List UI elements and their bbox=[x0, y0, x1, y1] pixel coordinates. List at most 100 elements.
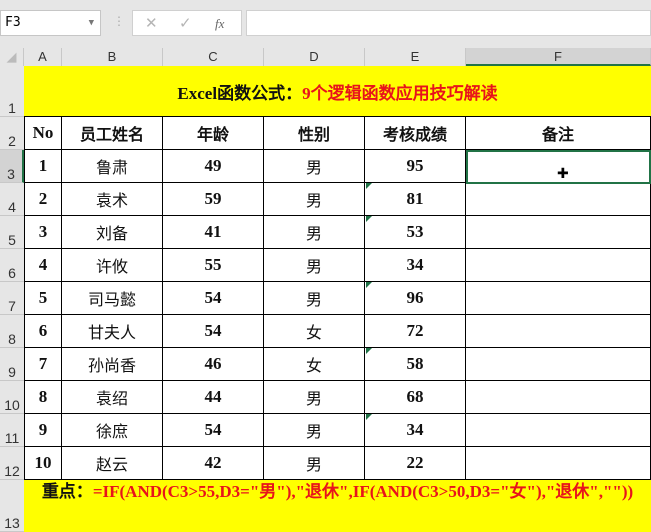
table-cell[interactable]: 22 bbox=[365, 447, 466, 480]
row-header-12[interactable]: 12 bbox=[0, 447, 24, 480]
column-header-f[interactable]: F bbox=[466, 48, 651, 66]
table-cell[interactable]: 女 bbox=[264, 348, 365, 381]
table-cell[interactable]: 9 bbox=[24, 414, 62, 447]
table-cell[interactable]: 4 bbox=[24, 249, 62, 282]
table-cell[interactable]: 男 bbox=[264, 216, 365, 249]
table-cell[interactable]: 8 bbox=[24, 381, 62, 414]
table-cell[interactable]: 袁绍 bbox=[62, 381, 163, 414]
row-header-3[interactable]: 3 bbox=[0, 150, 24, 183]
header-cell[interactable]: 年龄 bbox=[163, 117, 264, 150]
table-cell[interactable]: 7 bbox=[24, 348, 62, 381]
row-header-8[interactable]: 8 bbox=[0, 315, 24, 348]
column-header-e[interactable]: E bbox=[365, 48, 466, 66]
header-cell[interactable]: 备注 bbox=[466, 117, 651, 150]
enter-icon[interactable]: ✓ bbox=[179, 14, 192, 32]
table-cell[interactable]: 赵云 bbox=[62, 447, 163, 480]
table-cell[interactable]: 男 bbox=[264, 381, 365, 414]
table-cell[interactable]: 53 bbox=[365, 216, 466, 249]
insert-function-icon[interactable]: fx bbox=[215, 16, 224, 32]
table-cell[interactable]: 司马懿 bbox=[62, 282, 163, 315]
row-header-5[interactable]: 5 bbox=[0, 216, 24, 249]
error-indicator-icon bbox=[366, 414, 372, 420]
name-box[interactable]: F3 ▼ bbox=[0, 10, 101, 36]
row-header-1[interactable]: 1 bbox=[0, 66, 24, 117]
title-cell[interactable]: Excel函数公式： 9个逻辑函数应用技巧解读 bbox=[24, 66, 651, 117]
table-cell[interactable]: 男 bbox=[264, 150, 365, 183]
row-header-13[interactable]: 13 bbox=[0, 480, 24, 532]
table-cell[interactable]: 54 bbox=[163, 282, 264, 315]
row-number: 8 bbox=[8, 331, 16, 347]
table-cell[interactable] bbox=[466, 183, 651, 216]
table-cell[interactable]: 男 bbox=[264, 447, 365, 480]
name-box-value: F3 bbox=[5, 15, 21, 30]
table-cell[interactable]: 5 bbox=[24, 282, 62, 315]
row-header-7[interactable]: 7 bbox=[0, 282, 24, 315]
header-cell[interactable]: 考核成绩 bbox=[365, 117, 466, 150]
table-cell[interactable]: 甘夫人 bbox=[62, 315, 163, 348]
header-cell[interactable]: 性别 bbox=[264, 117, 365, 150]
table-cell[interactable]: 34 bbox=[365, 414, 466, 447]
table-cell[interactable]: 54 bbox=[163, 414, 264, 447]
row-header-2[interactable]: 2 bbox=[0, 117, 24, 150]
row-number: 12 bbox=[4, 463, 20, 479]
table-cell[interactable]: 95 bbox=[365, 150, 466, 183]
row-header-4[interactable]: 4 bbox=[0, 183, 24, 216]
table-cell[interactable]: 68 bbox=[365, 381, 466, 414]
table-cell[interactable]: 鲁肃 bbox=[62, 150, 163, 183]
table-cell[interactable]: 男 bbox=[264, 282, 365, 315]
table-cell[interactable] bbox=[466, 447, 651, 480]
table-cell[interactable]: 3 bbox=[24, 216, 62, 249]
note-cell[interactable]: 重点：=IF(AND(C3>55,D3="男"),"退休",IF(AND(C3>… bbox=[24, 480, 651, 532]
column-header-b[interactable]: B bbox=[62, 48, 163, 66]
table-cell[interactable]: 刘备 bbox=[62, 216, 163, 249]
header-cell[interactable]: 员工姓名 bbox=[62, 117, 163, 150]
table-cell[interactable]: 10 bbox=[24, 447, 62, 480]
table-cell[interactable]: 81 bbox=[365, 183, 466, 216]
table-cell[interactable]: 42 bbox=[163, 447, 264, 480]
table-cell[interactable]: 54 bbox=[163, 315, 264, 348]
table-cell[interactable] bbox=[466, 381, 651, 414]
table-cell[interactable]: 袁术 bbox=[62, 183, 163, 216]
table-cell[interactable] bbox=[466, 216, 651, 249]
table-cell[interactable]: 男 bbox=[264, 183, 365, 216]
formula-input[interactable] bbox=[246, 10, 651, 36]
column-header-d[interactable]: D bbox=[264, 48, 365, 66]
table-cell[interactable]: 41 bbox=[163, 216, 264, 249]
table-cell[interactable]: 男 bbox=[264, 249, 365, 282]
row-header-6[interactable]: 6 bbox=[0, 249, 24, 282]
row-number: 9 bbox=[8, 364, 16, 380]
table-cell[interactable]: 男 bbox=[264, 414, 365, 447]
table-cell[interactable]: 96 bbox=[365, 282, 466, 315]
cancel-icon[interactable]: ✕ bbox=[145, 14, 158, 32]
column-header-a[interactable]: A bbox=[24, 48, 62, 66]
table-cell[interactable] bbox=[466, 414, 651, 447]
header-cell[interactable]: No bbox=[24, 117, 62, 150]
table-cell[interactable]: 72 bbox=[365, 315, 466, 348]
table-cell[interactable] bbox=[466, 315, 651, 348]
table-cell[interactable]: 女 bbox=[264, 315, 365, 348]
table-cell[interactable]: 34 bbox=[365, 249, 466, 282]
table-cell[interactable]: 46 bbox=[163, 348, 264, 381]
row-header-9[interactable]: 9 bbox=[0, 348, 24, 381]
error-indicator-icon bbox=[366, 183, 372, 189]
row-header-10[interactable]: 10 bbox=[0, 381, 24, 414]
table-cell[interactable]: 55 bbox=[163, 249, 264, 282]
table-cell[interactable]: 49 bbox=[163, 150, 264, 183]
chevron-down-icon[interactable]: ▼ bbox=[89, 11, 94, 35]
table-cell[interactable]: 44 bbox=[163, 381, 264, 414]
table-cell[interactable] bbox=[466, 249, 651, 282]
table-cell[interactable]: 59 bbox=[163, 183, 264, 216]
table-cell[interactable] bbox=[466, 348, 651, 381]
row-header-11[interactable]: 11 bbox=[0, 414, 24, 447]
table-cell[interactable]: 许攸 bbox=[62, 249, 163, 282]
row-number: 6 bbox=[8, 265, 16, 281]
select-all-corner[interactable]: ◢ bbox=[0, 48, 24, 66]
table-cell[interactable]: 孙尚香 bbox=[62, 348, 163, 381]
table-cell[interactable]: 6 bbox=[24, 315, 62, 348]
column-header-c[interactable]: C bbox=[163, 48, 264, 66]
table-cell[interactable]: 58 bbox=[365, 348, 466, 381]
table-cell[interactable] bbox=[466, 282, 651, 315]
table-cell[interactable]: 1 bbox=[24, 150, 62, 183]
table-cell[interactable]: 2 bbox=[24, 183, 62, 216]
table-cell[interactable]: 徐庶 bbox=[62, 414, 163, 447]
